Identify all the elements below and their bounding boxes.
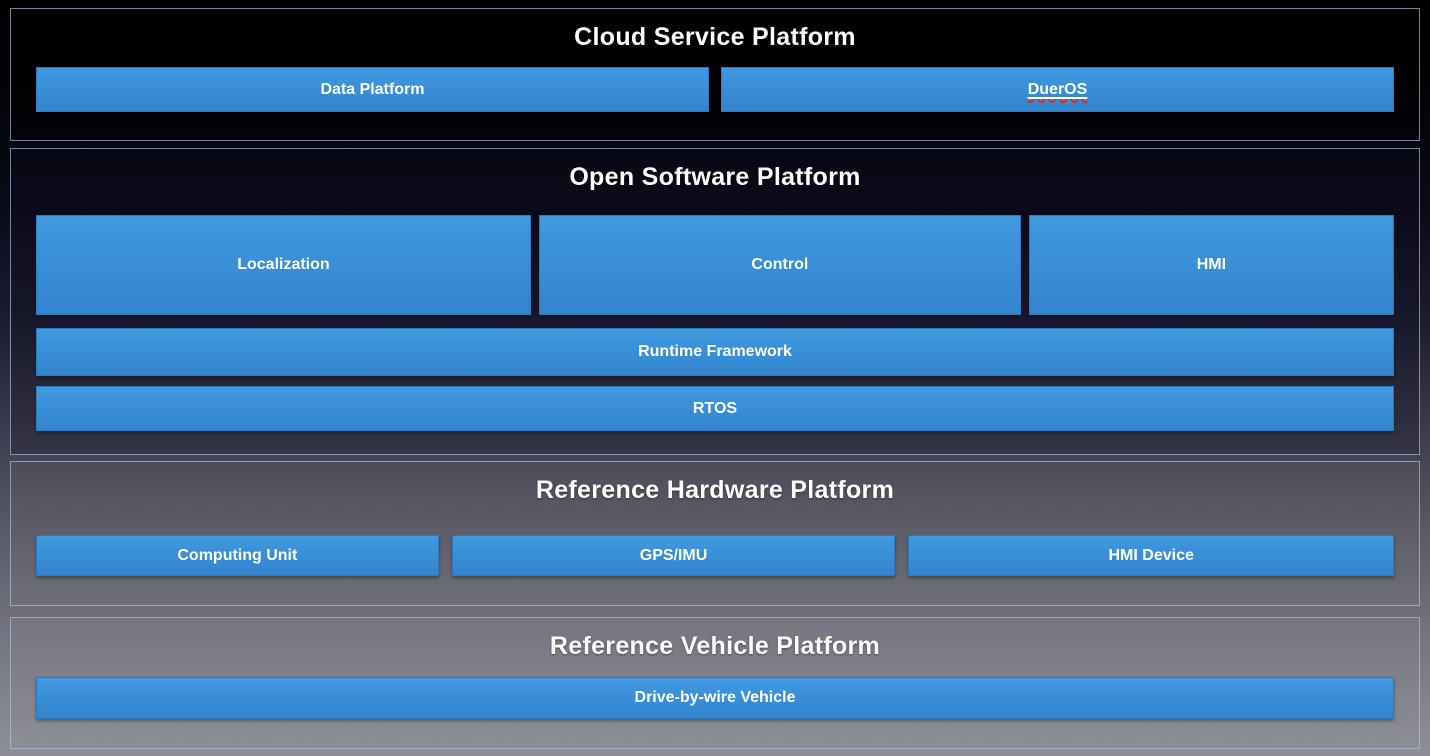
- box-label-control: Control: [751, 256, 808, 274]
- box-hmi-device: HMI Device: [908, 535, 1394, 576]
- box-label-drive-by-wire-vehicle: Drive-by-wire Vehicle: [635, 689, 796, 707]
- cloud-boxes-row: Data Platform DuerOS: [36, 67, 1394, 112]
- box-computing-unit: Computing Unit: [36, 535, 439, 576]
- section-title-cloud-service-platform: Cloud Service Platform: [36, 23, 1394, 52]
- software-modules-row: Localization Control HMI: [36, 215, 1394, 315]
- section-reference-hardware-platform: Reference Hardware Platform Computing Un…: [10, 461, 1420, 606]
- section-title-reference-vehicle-platform: Reference Vehicle Platform: [36, 632, 1394, 661]
- box-label-computing-unit: Computing Unit: [177, 547, 297, 565]
- box-rtos: RTOS: [36, 386, 1394, 431]
- box-hmi: HMI: [1029, 215, 1394, 315]
- box-label-hmi-device: HMI Device: [1109, 547, 1194, 565]
- section-cloud-service-platform: Cloud Service Platform Data Platform Due…: [10, 8, 1420, 141]
- dueros-spellcheck-underline: DuerOS: [1028, 81, 1088, 99]
- hardware-boxes-row: Computing Unit GPS/IMU HMI Device: [36, 535, 1394, 576]
- section-reference-vehicle-platform: Reference Vehicle Platform Drive-by-wire…: [10, 617, 1420, 749]
- box-drive-by-wire-vehicle: Drive-by-wire Vehicle: [36, 677, 1394, 719]
- box-dueros: DuerOS: [721, 67, 1394, 112]
- box-label-runtime-framework: Runtime Framework: [638, 343, 792, 361]
- box-label-gps-imu: GPS/IMU: [640, 547, 708, 565]
- box-runtime-framework: Runtime Framework: [36, 328, 1394, 376]
- box-label-data-platform: Data Platform: [320, 81, 424, 99]
- box-label-hmi: HMI: [1197, 256, 1226, 274]
- box-localization: Localization: [36, 215, 531, 315]
- architecture-diagram: Cloud Service Platform Data Platform Due…: [0, 8, 1430, 756]
- box-gps-imu: GPS/IMU: [452, 535, 896, 576]
- box-label-rtos: RTOS: [693, 400, 737, 418]
- section-open-software-platform: Open Software Platform Localization Cont…: [10, 148, 1420, 455]
- section-title-reference-hardware-platform: Reference Hardware Platform: [36, 476, 1394, 505]
- section-title-open-software-platform: Open Software Platform: [36, 163, 1394, 192]
- box-control: Control: [539, 215, 1021, 315]
- box-label-dueros: DuerOS: [1028, 81, 1088, 98]
- box-data-platform: Data Platform: [36, 67, 709, 112]
- box-label-localization: Localization: [237, 256, 329, 274]
